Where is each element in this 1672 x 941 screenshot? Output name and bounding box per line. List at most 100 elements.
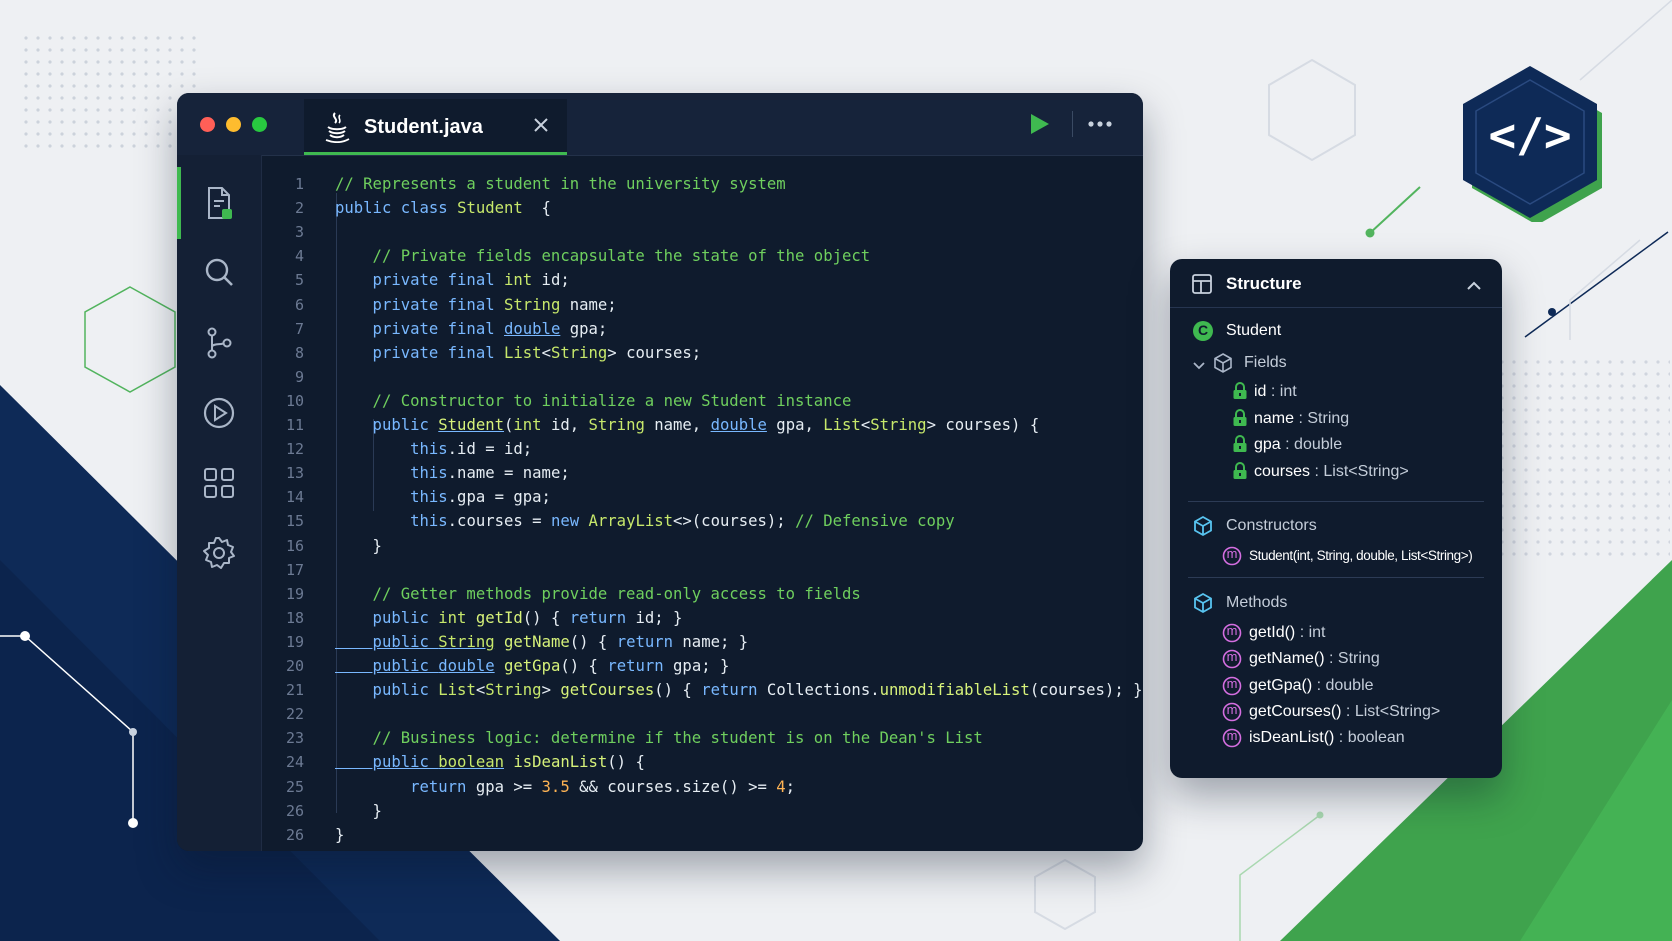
line-number: 1	[294, 175, 304, 193]
cube-icon	[1192, 515, 1214, 542]
code-token: public	[335, 608, 439, 627]
settings-icon[interactable]	[201, 535, 237, 571]
method-return-type: : String	[1324, 650, 1380, 668]
tab-student-java[interactable]: Student.java	[304, 99, 567, 155]
chevron-down-icon[interactable]	[1192, 358, 1206, 376]
line-number: 4	[294, 247, 304, 266]
code-token: id,	[541, 416, 589, 434]
code-token: int	[513, 416, 542, 434]
methods-label: Methods	[1226, 594, 1288, 611]
code-token: id; }	[626, 608, 683, 627]
line-number: 3	[294, 223, 304, 242]
code-token: () {	[654, 681, 702, 700]
code-line: public double getGpa() { return gpa; }	[335, 654, 730, 678]
line-number: 10	[285, 391, 304, 410]
code-line: // Business logic: determine if the stud…	[335, 726, 983, 750]
window-maximize-dot[interactable]	[252, 117, 267, 132]
more-horizontal-icon[interactable]	[1087, 115, 1113, 138]
code-token: int	[438, 608, 476, 627]
code-token: private final	[335, 319, 504, 338]
file-icon[interactable]	[201, 185, 237, 221]
line-number: 9	[294, 367, 304, 386]
activity-bar	[177, 155, 262, 851]
code-area[interactable]: // Represents a student in the universit…	[335, 155, 1143, 851]
code-line: this.name = name;	[335, 461, 570, 485]
code-line: this.gpa = gpa;	[335, 485, 551, 509]
method-badge-letter: m	[1226, 701, 1238, 717]
line-number: 14	[285, 488, 304, 507]
code-token: unmodifiableList	[879, 681, 1030, 700]
window-close-dot[interactable]	[200, 117, 215, 132]
editor-titlebar: Student.java	[177, 93, 1143, 156]
method-return-type: : boolean	[1334, 729, 1405, 747]
constructor-signature: Student(int, String, double, List<String…	[1249, 548, 1473, 563]
code-token: <	[475, 681, 486, 700]
code-token: String	[588, 416, 645, 434]
line-number: 20	[285, 657, 304, 675]
method-icon: m	[1222, 702, 1242, 727]
method-return-type: : double	[1312, 676, 1374, 694]
close-icon[interactable]	[533, 117, 549, 138]
code-token: (courses); }	[1029, 681, 1143, 700]
code-token: >	[541, 681, 561, 700]
code-line: }	[335, 799, 382, 823]
code-brackets-icon: </>	[1488, 108, 1572, 162]
line-number: 24	[285, 753, 304, 772]
line-number: 6	[294, 295, 304, 314]
code-token: getGpa	[504, 657, 561, 675]
code-token: this	[335, 512, 448, 531]
code-token: Student	[438, 416, 504, 434]
window-minimize-dot[interactable]	[226, 117, 241, 132]
code-token: }	[335, 536, 382, 555]
run-debug-icon[interactable]	[201, 395, 237, 431]
code-token: // Represents a student in the universit…	[335, 175, 786, 193]
line-number: 26	[285, 825, 304, 844]
code-line: private final List<String> courses;	[335, 341, 702, 365]
code-token: gpa,	[766, 416, 824, 434]
extensions-icon[interactable]	[201, 465, 237, 501]
code-editor-window: Student.java 1 2 3 4 5 6 7 8 9 10 11 12 …	[177, 93, 1143, 851]
method-return-type: : List<String>	[1341, 702, 1441, 720]
structure-icon	[1192, 274, 1212, 299]
structure-header[interactable]: Structure	[1170, 259, 1502, 308]
code-token: () {	[522, 608, 570, 627]
line-number: 2	[294, 199, 304, 218]
code-line: return gpa >= 3.5 && courses.size() >= 4…	[335, 775, 795, 799]
code-token: public	[335, 657, 439, 675]
code-token: 3.5	[541, 777, 570, 796]
class-badge-letter: C	[1197, 322, 1209, 338]
line-number: 5	[294, 271, 304, 290]
code-token: Student	[457, 199, 523, 218]
chevron-up-icon[interactable]	[1466, 278, 1482, 296]
code-token: <	[541, 343, 551, 362]
code-token: isDeanList	[513, 753, 608, 772]
code-token: String	[504, 295, 561, 314]
class-icon: C	[1192, 320, 1214, 347]
code-token: ;	[785, 777, 796, 796]
field-name: courses : List<String>	[1254, 462, 1409, 480]
code-line: // Constructor to initialize a new Stude…	[335, 389, 852, 413]
code-line: // Private fields encapsulate the state …	[335, 244, 871, 268]
code-token: ArrayList	[588, 512, 674, 531]
code-token: // Defensive copy	[795, 512, 955, 531]
play-icon[interactable]	[1029, 112, 1051, 141]
code-token: .id = id;	[447, 440, 533, 459]
code-token: .name = name;	[447, 464, 570, 483]
code-token: > courses) {	[926, 416, 1040, 434]
constructors-label: Constructors	[1226, 517, 1317, 534]
code-token: String	[485, 681, 542, 700]
code-token: // Business logic: determine if the stud…	[335, 729, 983, 748]
fields-label: Fields	[1244, 354, 1287, 371]
code-token: double	[438, 657, 495, 675]
code-token: () {	[607, 753, 645, 772]
search-icon[interactable]	[201, 255, 237, 291]
source-control-icon[interactable]	[201, 325, 237, 361]
code-token: List	[504, 343, 542, 362]
line-number: 15	[285, 512, 304, 531]
code-line: }	[335, 823, 344, 847]
code-token: private final	[335, 295, 504, 314]
code-line: // Getter methods provide read-only acce…	[335, 582, 861, 606]
code-line: public int getId() { return id; }	[335, 606, 683, 630]
code-token: boolean	[438, 753, 504, 772]
